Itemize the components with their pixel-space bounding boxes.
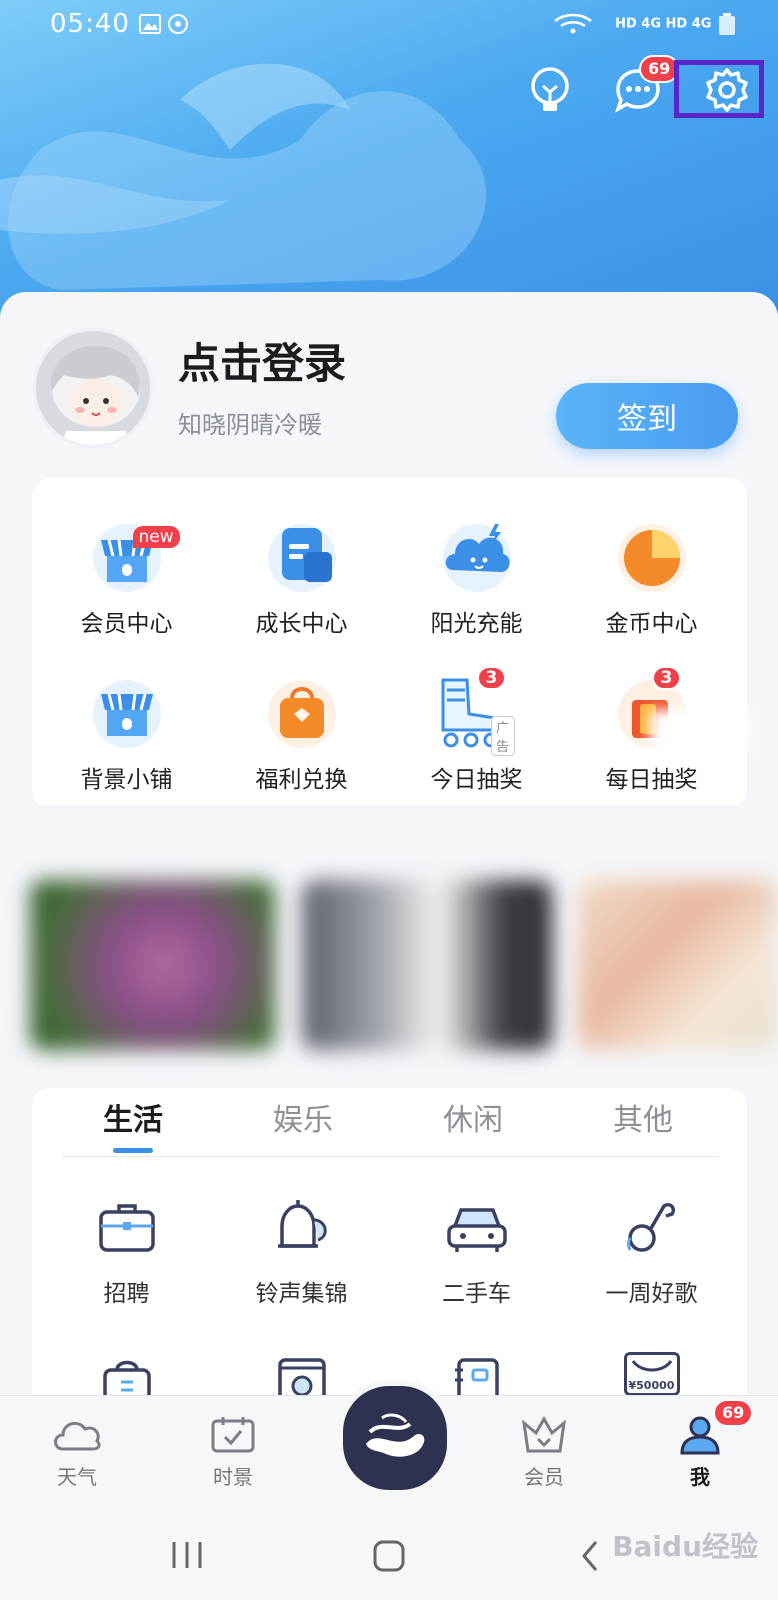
cloud-decoration-icon xyxy=(0,63,487,290)
service-label: 一周好歌 xyxy=(605,1281,698,1307)
status-right: HD 4G HD 4G xyxy=(551,12,738,36)
settings-gear-icon[interactable] xyxy=(701,64,753,116)
feature-label: 福利兑换 xyxy=(255,767,348,793)
tab-other[interactable]: 其他 xyxy=(583,1095,703,1139)
signin-button[interactable]: 签到 xyxy=(556,383,738,449)
feature-label: 会员中心 xyxy=(80,611,173,637)
banner-image[interactable] xyxy=(30,880,275,1050)
network-text: HD 4G HD 4G xyxy=(615,16,712,32)
store-icon xyxy=(89,674,165,750)
header-background xyxy=(0,0,778,330)
feature-background-shop[interactable]: 背景小铺 xyxy=(39,674,214,794)
crown-icon xyxy=(521,1415,567,1453)
feature-coin-center[interactable]: 金币中心 xyxy=(564,518,739,638)
me-badge: 69 xyxy=(713,1399,754,1427)
logo-cloud-icon xyxy=(366,1413,425,1457)
nav-timescape[interactable]: 时景 xyxy=(183,1415,283,1490)
feature-label: 阳光充能 xyxy=(430,611,523,637)
nav-member[interactable]: 会员 xyxy=(494,1415,594,1490)
feature-label: 金币中心 xyxy=(605,611,698,637)
nav-weather[interactable]: 天气 xyxy=(27,1415,127,1490)
lottery-badge: 3 xyxy=(476,666,507,690)
tab-entertainment[interactable]: 娱乐 xyxy=(243,1095,363,1139)
feature-label: 背景小铺 xyxy=(80,767,173,793)
center-home-button[interactable] xyxy=(337,1380,453,1496)
nav-label: 我 xyxy=(690,1465,710,1489)
ad-tag: 广告 xyxy=(490,716,515,756)
banner-image[interactable] xyxy=(302,880,552,1050)
car-icon xyxy=(445,1196,509,1260)
service-recruitment[interactable]: 招聘 xyxy=(39,1196,214,1308)
login-title[interactable]: 点击登录 xyxy=(178,330,346,391)
feature-sunshine-energy[interactable]: 阳光充能 xyxy=(389,518,564,638)
watermark: Baidu经验 xyxy=(612,1530,758,1563)
avatar[interactable] xyxy=(33,328,153,448)
home-icon[interactable] xyxy=(372,1539,406,1573)
service-used-cars[interactable]: 二手车 xyxy=(389,1196,564,1308)
back-icon[interactable] xyxy=(580,1540,600,1572)
service-label: 招聘 xyxy=(103,1281,150,1307)
shopping-bag-icon xyxy=(264,674,340,750)
feature-today-lottery[interactable]: 3 广告 今日抽奖 xyxy=(389,666,564,794)
tab-divider xyxy=(62,1156,718,1157)
tab-leisure[interactable]: 休闲 xyxy=(413,1095,533,1139)
status-bar: 05:40 HD 4G HD 4G xyxy=(0,0,778,48)
service-ringtones[interactable]: 铃声集锦 xyxy=(214,1196,389,1308)
new-tag: new xyxy=(132,526,180,548)
feature-label: 每日抽奖 xyxy=(605,767,698,793)
status-left-icons xyxy=(138,12,208,42)
banner-image[interactable] xyxy=(578,880,778,1050)
feature-member-center[interactable]: new 会员中心 xyxy=(39,518,214,638)
battery-icon xyxy=(719,13,735,35)
nav-label: 天气 xyxy=(57,1465,97,1489)
service-weekly-songs[interactable]: 一周好歌 xyxy=(564,1196,739,1308)
calendar-icon xyxy=(211,1417,255,1453)
tab-life[interactable]: 生活 xyxy=(73,1095,193,1139)
tab-active-indicator xyxy=(113,1148,153,1153)
music-note-icon xyxy=(620,1196,684,1260)
bell-icon xyxy=(270,1196,334,1260)
tips-lightbulb-icon[interactable] xyxy=(524,64,576,116)
pie-icon xyxy=(614,518,690,594)
document-icon xyxy=(264,518,340,594)
roller-skate-icon: 3 广告 xyxy=(439,666,515,756)
feature-label: 成长中心 xyxy=(255,611,348,637)
login-subtitle: 知晓阴晴冷暖 xyxy=(178,411,322,439)
coupon-amount: ¥50000 xyxy=(628,1379,675,1392)
lottery-badge: 3 xyxy=(651,666,682,690)
nav-label: 会员 xyxy=(524,1465,564,1489)
status-time: 05:40 xyxy=(50,9,130,39)
service-label: 铃声集锦 xyxy=(255,1281,348,1307)
feature-growth-center[interactable]: 成长中心 xyxy=(214,518,389,638)
service-label: 二手车 xyxy=(442,1281,511,1307)
nav-label: 时景 xyxy=(213,1465,253,1489)
store-icon: new xyxy=(89,518,180,594)
coupon-icon: ¥50000 xyxy=(623,1352,680,1396)
cloud-icon xyxy=(54,1421,101,1451)
recent-apps-icon[interactable] xyxy=(170,1540,204,1570)
blur-overlay xyxy=(650,710,750,750)
cloud-face-icon xyxy=(439,518,515,594)
service-item-partial[interactable]: ¥50000 xyxy=(564,1352,739,1396)
feature-label: 今日抽奖 xyxy=(430,767,523,793)
feature-welfare-exchange[interactable]: 福利兑换 xyxy=(214,674,389,794)
wifi-icon xyxy=(553,13,592,34)
briefcase-icon xyxy=(95,1196,159,1260)
